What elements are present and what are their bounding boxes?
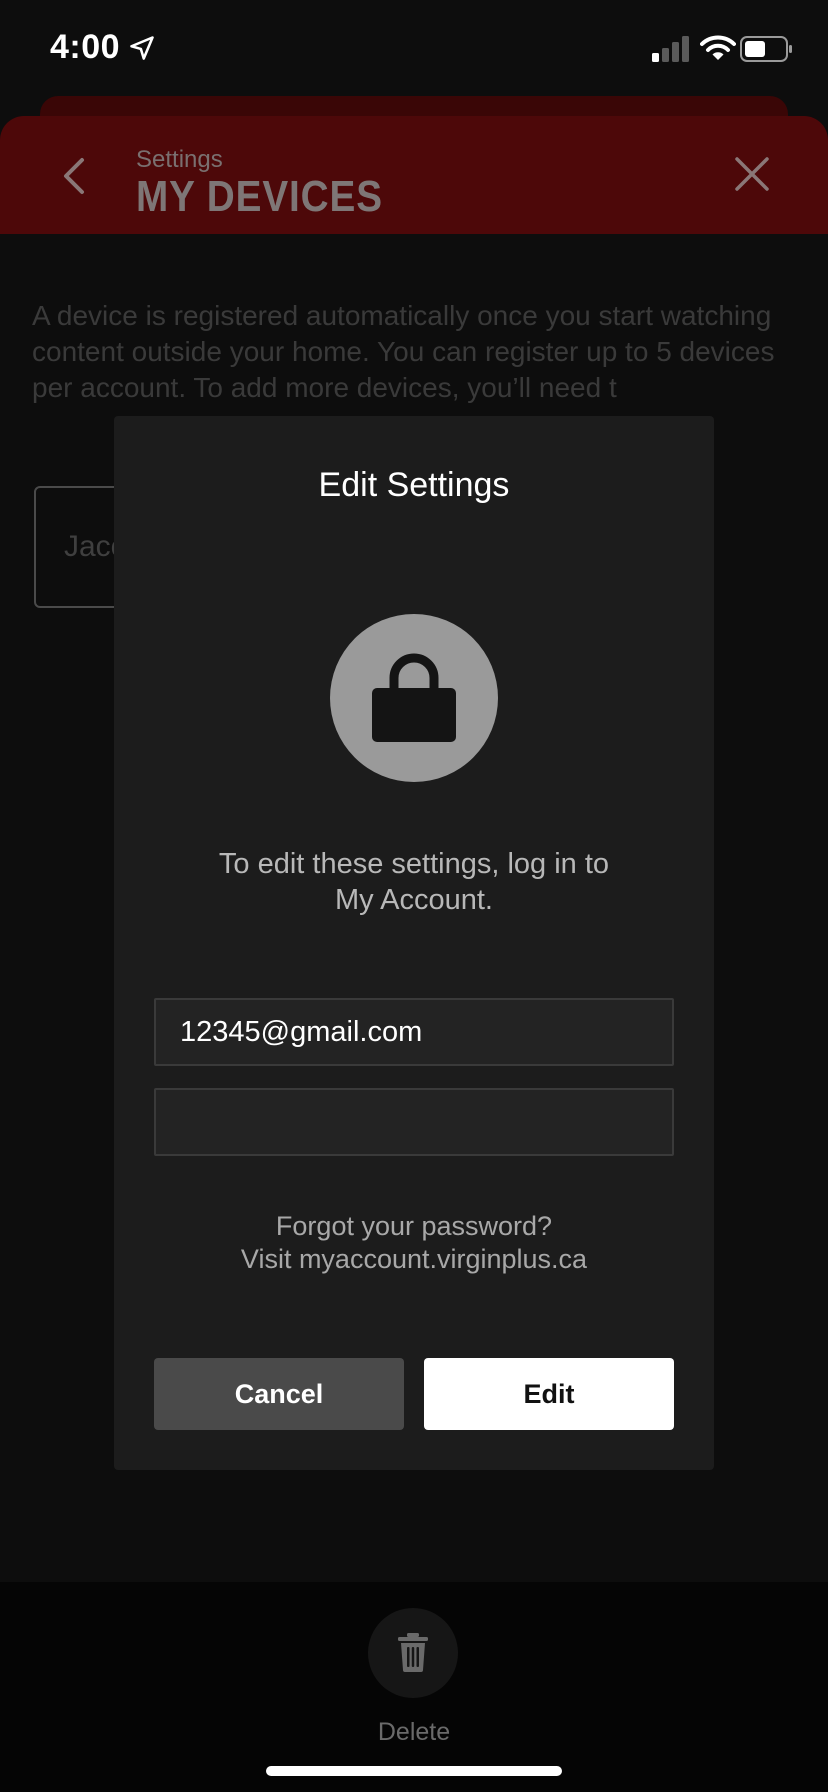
modal-title: Edit Settings — [318, 466, 510, 504]
forgot-password-text: Forgot your password? Visit myaccount.vi… — [134, 1210, 694, 1276]
device-description: A device is registered automatically onc… — [32, 300, 775, 403]
lock-icon — [372, 653, 456, 742]
forgot-password-line: Forgot your password? — [275, 1211, 553, 1241]
header-subtitle: Settings — [136, 146, 223, 173]
close-button[interactable] — [732, 154, 772, 194]
modal-message-line2: My Account. — [335, 884, 493, 916]
home-indicator[interactable] — [266, 1766, 562, 1776]
lock-badge — [330, 614, 498, 782]
back-button[interactable] — [56, 156, 92, 196]
bottom-bar: Delete — [0, 1582, 828, 1792]
delete-label: Delete — [377, 1718, 451, 1746]
wifi-icon — [700, 35, 736, 60]
modal-message-line1: To edit these settings, log in to — [218, 848, 610, 880]
edit-settings-modal: Edit Settings To edit these settings, lo… — [114, 416, 714, 1470]
screen: 4:00 Settings MY DEVICES A device is reg… — [0, 0, 828, 1792]
myaccount-link[interactable]: Visit myaccount.virginplus.ca — [134, 1243, 694, 1276]
password-field[interactable] — [154, 1088, 674, 1156]
location-arrow-icon — [130, 36, 154, 60]
status-bar: 4:00 — [0, 0, 828, 100]
page-title: MY DEVICES — [136, 172, 383, 221]
trash-icon — [398, 1633, 428, 1672]
battery-icon — [740, 36, 792, 62]
cancel-button[interactable]: Cancel — [154, 1358, 404, 1430]
header: Settings MY DEVICES — [0, 116, 828, 234]
edit-button[interactable]: Edit — [424, 1358, 674, 1430]
email-field[interactable] — [154, 998, 674, 1066]
cellular-signal-icon — [652, 36, 689, 62]
modal-message: To edit these settings, log in to My Acc… — [154, 846, 674, 918]
delete-button[interactable] — [368, 1608, 458, 1698]
status-time: 4:00 — [50, 28, 121, 66]
